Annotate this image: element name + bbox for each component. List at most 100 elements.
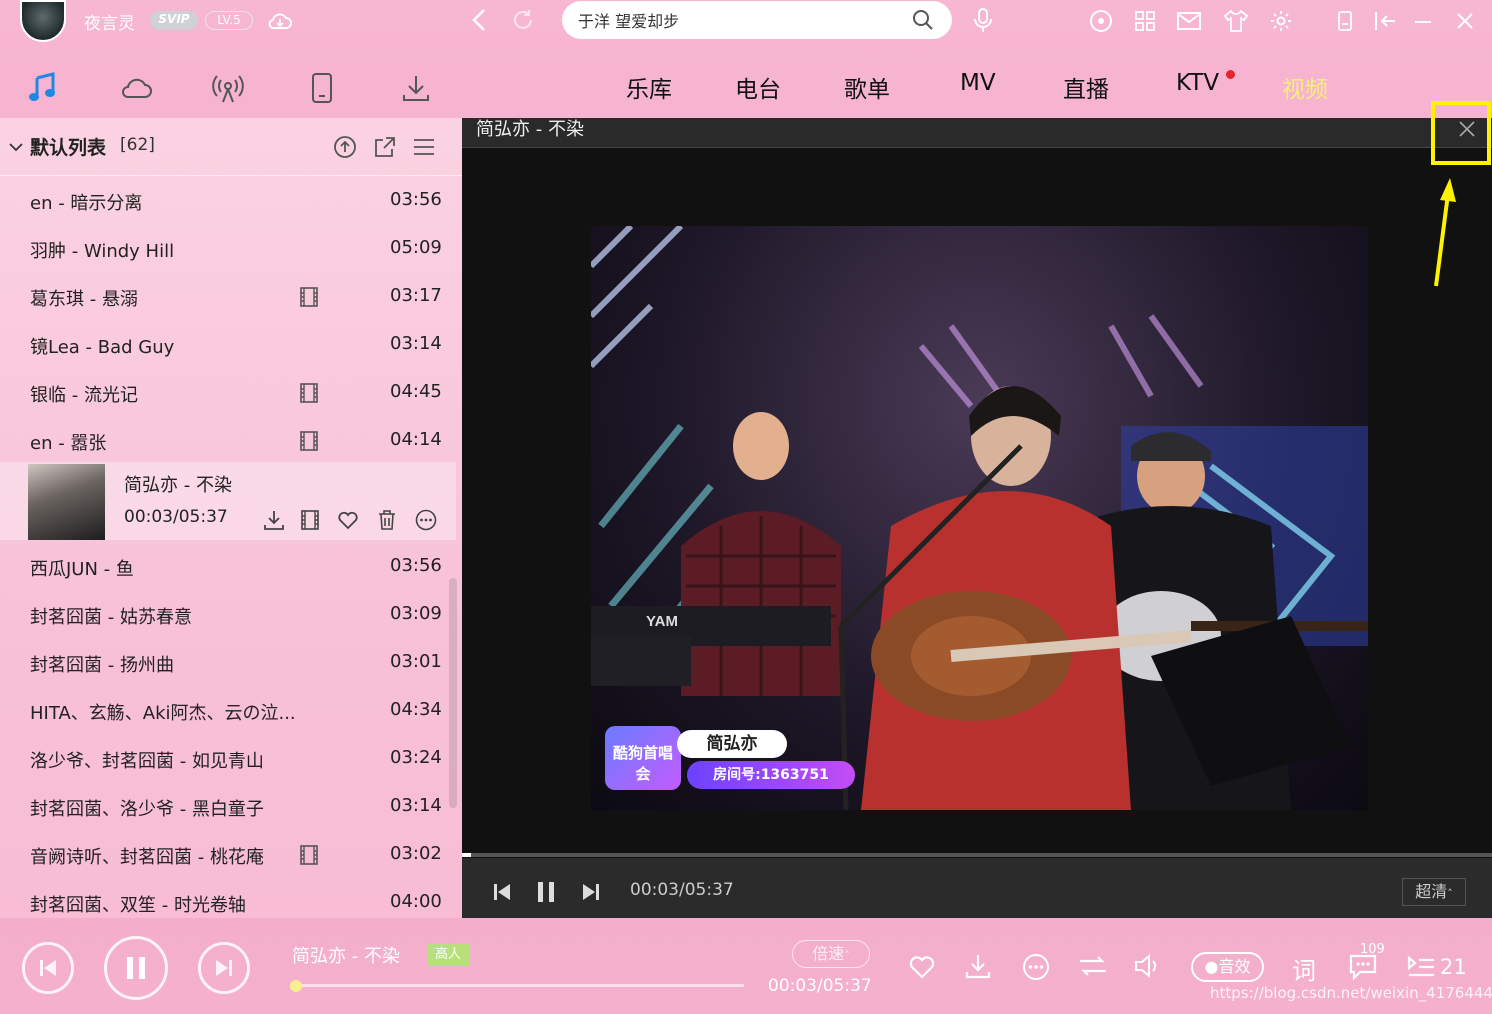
video-player-window: 简弘亦 - 不染 YAM 酷狗首唱会 简弘亦 房间号:1363751 00:03…: [462, 118, 1492, 918]
playlist-panel: 默认列表 [62] en - 暗示分离 03:56 羽肿 - Windy Hil…: [0, 118, 462, 918]
song-row[interactable]: 银临 - 流光记 04:45: [0, 368, 456, 416]
play-pause-button[interactable]: [104, 936, 168, 1000]
playlist-scrollbar[interactable]: [449, 578, 457, 808]
song-progress-knob[interactable]: [290, 980, 302, 992]
mv-film-icon[interactable]: [300, 845, 318, 865]
tab-mv[interactable]: MV: [960, 70, 996, 96]
song-row[interactable]: 封茗囧菌、双笙 - 时光卷轴 04:00: [0, 878, 456, 918]
volume-icon[interactable]: [1132, 951, 1164, 981]
search-box: [562, 1, 952, 39]
song-row[interactable]: 羽肿 - Windy Hill 05:09: [0, 224, 456, 272]
song-duration: 04:34: [390, 699, 442, 720]
mail-icon[interactable]: [1175, 8, 1203, 34]
video-progress-bar[interactable]: [462, 853, 1492, 857]
cloud-sync-icon[interactable]: [266, 8, 294, 34]
song-row[interactable]: HITA、玄觞、Aki阿杰、云の泣... 04:34: [0, 686, 456, 734]
previous-icon[interactable]: [490, 880, 514, 904]
back-icon[interactable]: [466, 6, 492, 34]
pause-icon[interactable]: [534, 878, 558, 906]
skin-shirt-icon[interactable]: [1222, 8, 1250, 34]
annotation-arrow: [1434, 178, 1456, 287]
chevron-up-icon: ˄: [844, 949, 850, 962]
collapse-sidebar-icon[interactable]: [1372, 8, 1398, 34]
song-title: en - 暗示分离: [30, 193, 143, 214]
prev-track-button[interactable]: [22, 942, 74, 994]
refresh-icon[interactable]: [508, 6, 538, 34]
tab-live[interactable]: 直播: [1063, 70, 1109, 104]
mv-film-icon[interactable]: [300, 383, 318, 403]
song-row[interactable]: 西瓜JUN - 鱼 03:56: [0, 542, 456, 590]
heart-icon[interactable]: [336, 508, 360, 532]
song-title: 银临 - 流光记: [30, 385, 138, 406]
phone-device-icon[interactable]: [302, 68, 342, 108]
song-row[interactable]: 葛东琪 - 悬溺 03:17: [0, 272, 456, 320]
song-progress-bar[interactable]: [294, 984, 744, 987]
search-icon[interactable]: [910, 8, 936, 32]
comment-count: 109: [1360, 942, 1385, 957]
tab-video[interactable]: 视频: [1282, 70, 1328, 104]
album-cover[interactable]: [28, 464, 105, 540]
playlist-title[interactable]: 默认列表: [30, 133, 106, 160]
current-song-title[interactable]: 简弘亦 - 不染: [292, 942, 400, 968]
search-input[interactable]: [578, 10, 898, 29]
tab-playlists[interactable]: 歌单: [844, 70, 890, 104]
level-badge[interactable]: LV.5: [205, 11, 253, 30]
now-playing-row[interactable]: 简弘亦 - 不染 00:03/05:37: [0, 462, 456, 540]
close-window-icon[interactable]: [1452, 8, 1478, 34]
playlist-count: [62]: [120, 135, 155, 155]
chevron-up-icon: ˄: [1447, 887, 1453, 900]
more-icon[interactable]: [1020, 951, 1052, 983]
mini-mode-icon[interactable]: [1334, 8, 1356, 34]
settings-gear-icon[interactable]: [1268, 8, 1294, 34]
video-scene: YAM: [591, 226, 1368, 810]
mv-film-icon[interactable]: [298, 508, 322, 532]
room-number-overlay: 房间号:1363751: [687, 761, 855, 789]
song-row[interactable]: 音阙诗听、封茗囧菌 - 桃花庵 03:02: [0, 830, 456, 878]
song-row[interactable]: 镜Lea - Bad Guy 03:14: [0, 320, 456, 368]
username[interactable]: 夜言灵: [84, 9, 135, 34]
svip-badge[interactable]: SVIP: [150, 11, 198, 30]
tab-ktv[interactable]: KTV: [1176, 70, 1219, 96]
song-row[interactable]: 封茗囧菌 - 姑苏春意 03:09: [0, 590, 456, 638]
tab-radio[interactable]: 电台: [735, 70, 781, 104]
lyrics-button[interactable]: 词: [1292, 951, 1316, 986]
tab-library[interactable]: 乐库: [626, 70, 672, 104]
radio-broadcast-icon[interactable]: [208, 68, 248, 108]
song-duration: 03:09: [390, 603, 442, 624]
cloud-icon[interactable]: [116, 68, 156, 108]
heart-icon[interactable]: [906, 952, 938, 982]
play-queue-icon[interactable]: [1404, 952, 1438, 982]
upload-icon[interactable]: [332, 134, 358, 160]
song-row[interactable]: 洛少爷、封茗囧菌 - 如见青山 03:24: [0, 734, 456, 782]
share-icon[interactable]: [372, 134, 398, 160]
apps-grid-icon[interactable]: [1132, 8, 1158, 34]
video-time: 00:03/05:37: [630, 880, 734, 900]
song-row[interactable]: 封茗囧菌、洛少爷 - 黑白童子 03:14: [0, 782, 456, 830]
next-icon[interactable]: [579, 880, 603, 904]
more-icon[interactable]: [413, 508, 439, 532]
mv-film-icon[interactable]: [300, 431, 318, 451]
speed-button[interactable]: 倍速˄: [792, 940, 870, 968]
delete-icon[interactable]: [375, 508, 399, 532]
video-frame[interactable]: YAM 酷狗首唱会 简弘亦 房间号:1363751: [591, 226, 1368, 810]
song-row[interactable]: 封茗囧菌 - 扬州曲 03:01: [0, 638, 456, 686]
mv-film-icon[interactable]: [300, 287, 318, 307]
quality-selector[interactable]: 超清˄: [1402, 878, 1466, 906]
menu-icon[interactable]: [411, 134, 437, 160]
download-icon[interactable]: [396, 68, 436, 108]
minimize-icon[interactable]: [1410, 8, 1436, 34]
song-duration: 03:14: [390, 333, 442, 354]
song-row[interactable]: en - 暗示分离 03:56: [0, 176, 456, 224]
song-title: 封茗囧菌、双笙 - 时光卷轴: [30, 895, 246, 916]
sound-effect-button[interactable]: ●音效: [1191, 952, 1264, 982]
music-note-icon[interactable]: [22, 68, 62, 108]
chevron-down-icon[interactable]: [8, 139, 24, 155]
download-song-icon[interactable]: [262, 508, 286, 532]
next-track-button[interactable]: [198, 942, 250, 994]
voice-search-icon[interactable]: [970, 6, 996, 36]
repeat-mode-icon[interactable]: [1076, 951, 1110, 981]
download-icon[interactable]: [962, 950, 994, 982]
user-avatar[interactable]: [20, 0, 66, 42]
song-row[interactable]: en - 嚣张 04:14: [0, 416, 456, 464]
radio-disc-icon[interactable]: [1088, 8, 1114, 34]
